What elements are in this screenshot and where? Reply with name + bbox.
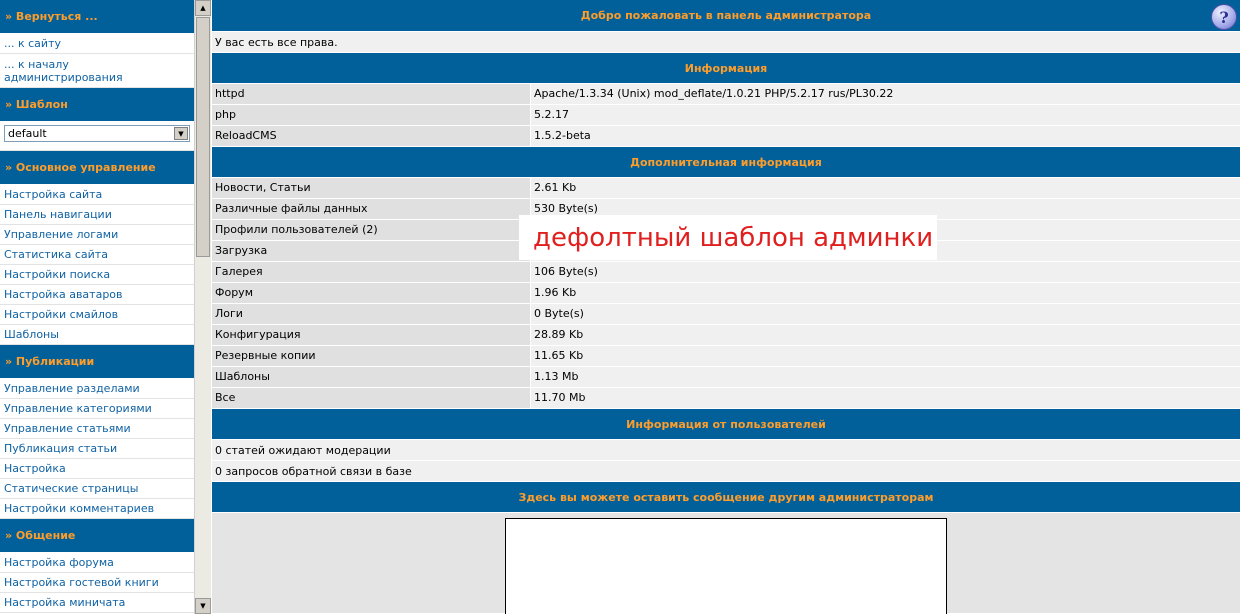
sidebar-item-manage-articles[interactable]: Управление статьями xyxy=(0,419,194,439)
info-row-php: php 5.2.17 xyxy=(212,105,1240,126)
sidebar-item-comment-settings[interactable]: Настройки комментариев xyxy=(0,499,194,519)
info-value: 5.2.17 xyxy=(531,105,1240,125)
sidebar-heading-back: » Вернуться ... xyxy=(0,0,194,34)
sidebar-heading-publications: » Публикации xyxy=(0,345,194,379)
extra-key: Различные файлы данных xyxy=(212,199,531,219)
admin-message-textarea[interactable] xyxy=(505,518,947,614)
extra-value: 0 Byte(s) xyxy=(531,304,1240,324)
sidebar-item-site-settings[interactable]: Настройка сайта xyxy=(0,185,194,205)
extra-value: 1.96 Kb xyxy=(531,283,1240,303)
sidebar-item-avatar-settings[interactable]: Настройка аватаров xyxy=(0,285,194,305)
info-key: ReloadCMS xyxy=(212,126,531,146)
extra-key: Профили пользователей (2) xyxy=(212,220,531,240)
extra-value: 11.70 Mb xyxy=(531,388,1240,408)
extra-key: Форум xyxy=(212,283,531,303)
sidebar-item-site-statistics[interactable]: Статистика сайта xyxy=(0,245,194,265)
extra-row: Логи 0 Byte(s) xyxy=(212,304,1240,325)
extra-key: Новости, Статьи xyxy=(212,178,531,198)
extra-row: Шаблоны 1.13 Mb xyxy=(212,367,1240,388)
sidebar-item-templates[interactable]: Шаблоны xyxy=(0,325,194,345)
sidebar-item-publication-settings[interactable]: Настройка xyxy=(0,459,194,479)
sidebar-item-search-settings[interactable]: Настройки поиска xyxy=(0,265,194,285)
extra-key: Шаблоны xyxy=(212,367,531,387)
sidebar-item-log-management[interactable]: Управление логами xyxy=(0,225,194,245)
extra-key: Логи xyxy=(212,304,531,324)
info-row-reloadcms: ReloadCMS 1.5.2-beta xyxy=(212,126,1240,147)
sidebar-item-minichat-settings[interactable]: Настройка миничата xyxy=(0,593,194,613)
admin-message-heading: Здесь вы можете оставить сообщение други… xyxy=(212,482,1240,513)
extra-value: 1.13 Mb xyxy=(531,367,1240,387)
template-select[interactable]: default ▼ xyxy=(4,125,190,142)
scrollbar-thumb[interactable] xyxy=(196,17,210,257)
extra-key: Конфигурация xyxy=(212,325,531,345)
template-select-value: default xyxy=(8,127,47,140)
extra-key: Галерея xyxy=(212,262,531,282)
extra-row: Новости, Статьи 2.61 Kb xyxy=(212,178,1240,199)
extra-info-heading: Дополнительная информация xyxy=(212,147,1240,178)
template-select-wrap: default ▼ xyxy=(0,125,194,151)
admin-main-panel: Добро пожаловать в панель администратора… xyxy=(212,0,1240,614)
extra-row: Форум 1.96 Kb xyxy=(212,283,1240,304)
scroll-up-arrow-icon[interactable]: ▲ xyxy=(195,0,211,16)
sidebar-link-to-admin-start[interactable]: ... к началу администрирования xyxy=(0,54,194,88)
extra-key: Резервные копии xyxy=(212,346,531,366)
sidebar-heading-template: » Шаблон xyxy=(0,88,194,122)
info-key: httpd xyxy=(212,84,531,104)
extra-key: Загрузка xyxy=(212,241,531,261)
extra-row: Конфигурация 28.89 Kb xyxy=(212,325,1240,346)
scroll-down-arrow-icon[interactable]: ▼ xyxy=(195,598,211,614)
info-heading: Информация xyxy=(212,53,1240,84)
sidebar-heading-communication: » Общение xyxy=(0,519,194,553)
sidebar-scrollbar[interactable]: ▲ ▼ xyxy=(194,0,211,614)
annotation-caption: дефолтный шаблон админки xyxy=(519,215,937,260)
user-info-heading: Информация от пользователей xyxy=(212,409,1240,440)
feedback-status-text: 0 запросов обратной связи в базе xyxy=(212,461,1240,482)
info-key: php xyxy=(212,105,531,125)
sidebar-item-guestbook-settings[interactable]: Настройка гостевой книги xyxy=(0,573,194,593)
info-row-httpd: httpd Apache/1.3.34 (Unix) mod_deflate/1… xyxy=(212,84,1240,105)
extra-value: 2.61 Kb xyxy=(531,178,1240,198)
extra-row: Все 11.70 Mb xyxy=(212,388,1240,409)
extra-value: 11.65 Kb xyxy=(531,346,1240,366)
sidebar-link-to-site[interactable]: ... к сайту xyxy=(0,34,194,54)
extra-key: Все xyxy=(212,388,531,408)
extra-row: Резервные копии 11.65 Kb xyxy=(212,346,1240,367)
sidebar-heading-main-control: » Основное управление xyxy=(0,151,194,185)
welcome-heading: Добро пожаловать в панель администратора… xyxy=(212,0,1240,32)
sidebar-item-publish-article[interactable]: Публикация статьи xyxy=(0,439,194,459)
sidebar-item-static-pages[interactable]: Статические страницы xyxy=(0,479,194,499)
sidebar-item-manage-sections[interactable]: Управление разделами xyxy=(0,379,194,399)
moderation-status-text: 0 статей ожидают модерации xyxy=(212,440,1240,461)
dropdown-arrow-icon[interactable]: ▼ xyxy=(174,127,188,140)
sidebar-item-manage-categories[interactable]: Управление категориями xyxy=(0,399,194,419)
welcome-heading-text: Добро пожаловать в панель администратора xyxy=(580,9,872,22)
extra-row: Галерея 106 Byte(s) xyxy=(212,262,1240,283)
sidebar-item-navigation-panel[interactable]: Панель навигации xyxy=(0,205,194,225)
sidebar-item-smiley-settings[interactable]: Настройки смайлов xyxy=(0,305,194,325)
admin-message-area xyxy=(212,513,1240,614)
sidebar-item-forum-settings[interactable]: Настройка форума xyxy=(0,553,194,573)
help-question-icon[interactable]: ? xyxy=(1211,4,1237,30)
info-value: 1.5.2-beta xyxy=(531,126,1240,146)
extra-value: 28.89 Kb xyxy=(531,325,1240,345)
admin-sidebar: » Вернуться ... ... к сайту ... к началу… xyxy=(0,0,194,614)
extra-value: 106 Byte(s) xyxy=(531,262,1240,282)
info-value: Apache/1.3.34 (Unix) mod_deflate/1.0.21 … xyxy=(531,84,1240,104)
rights-text: У вас есть все права. xyxy=(212,32,1240,53)
